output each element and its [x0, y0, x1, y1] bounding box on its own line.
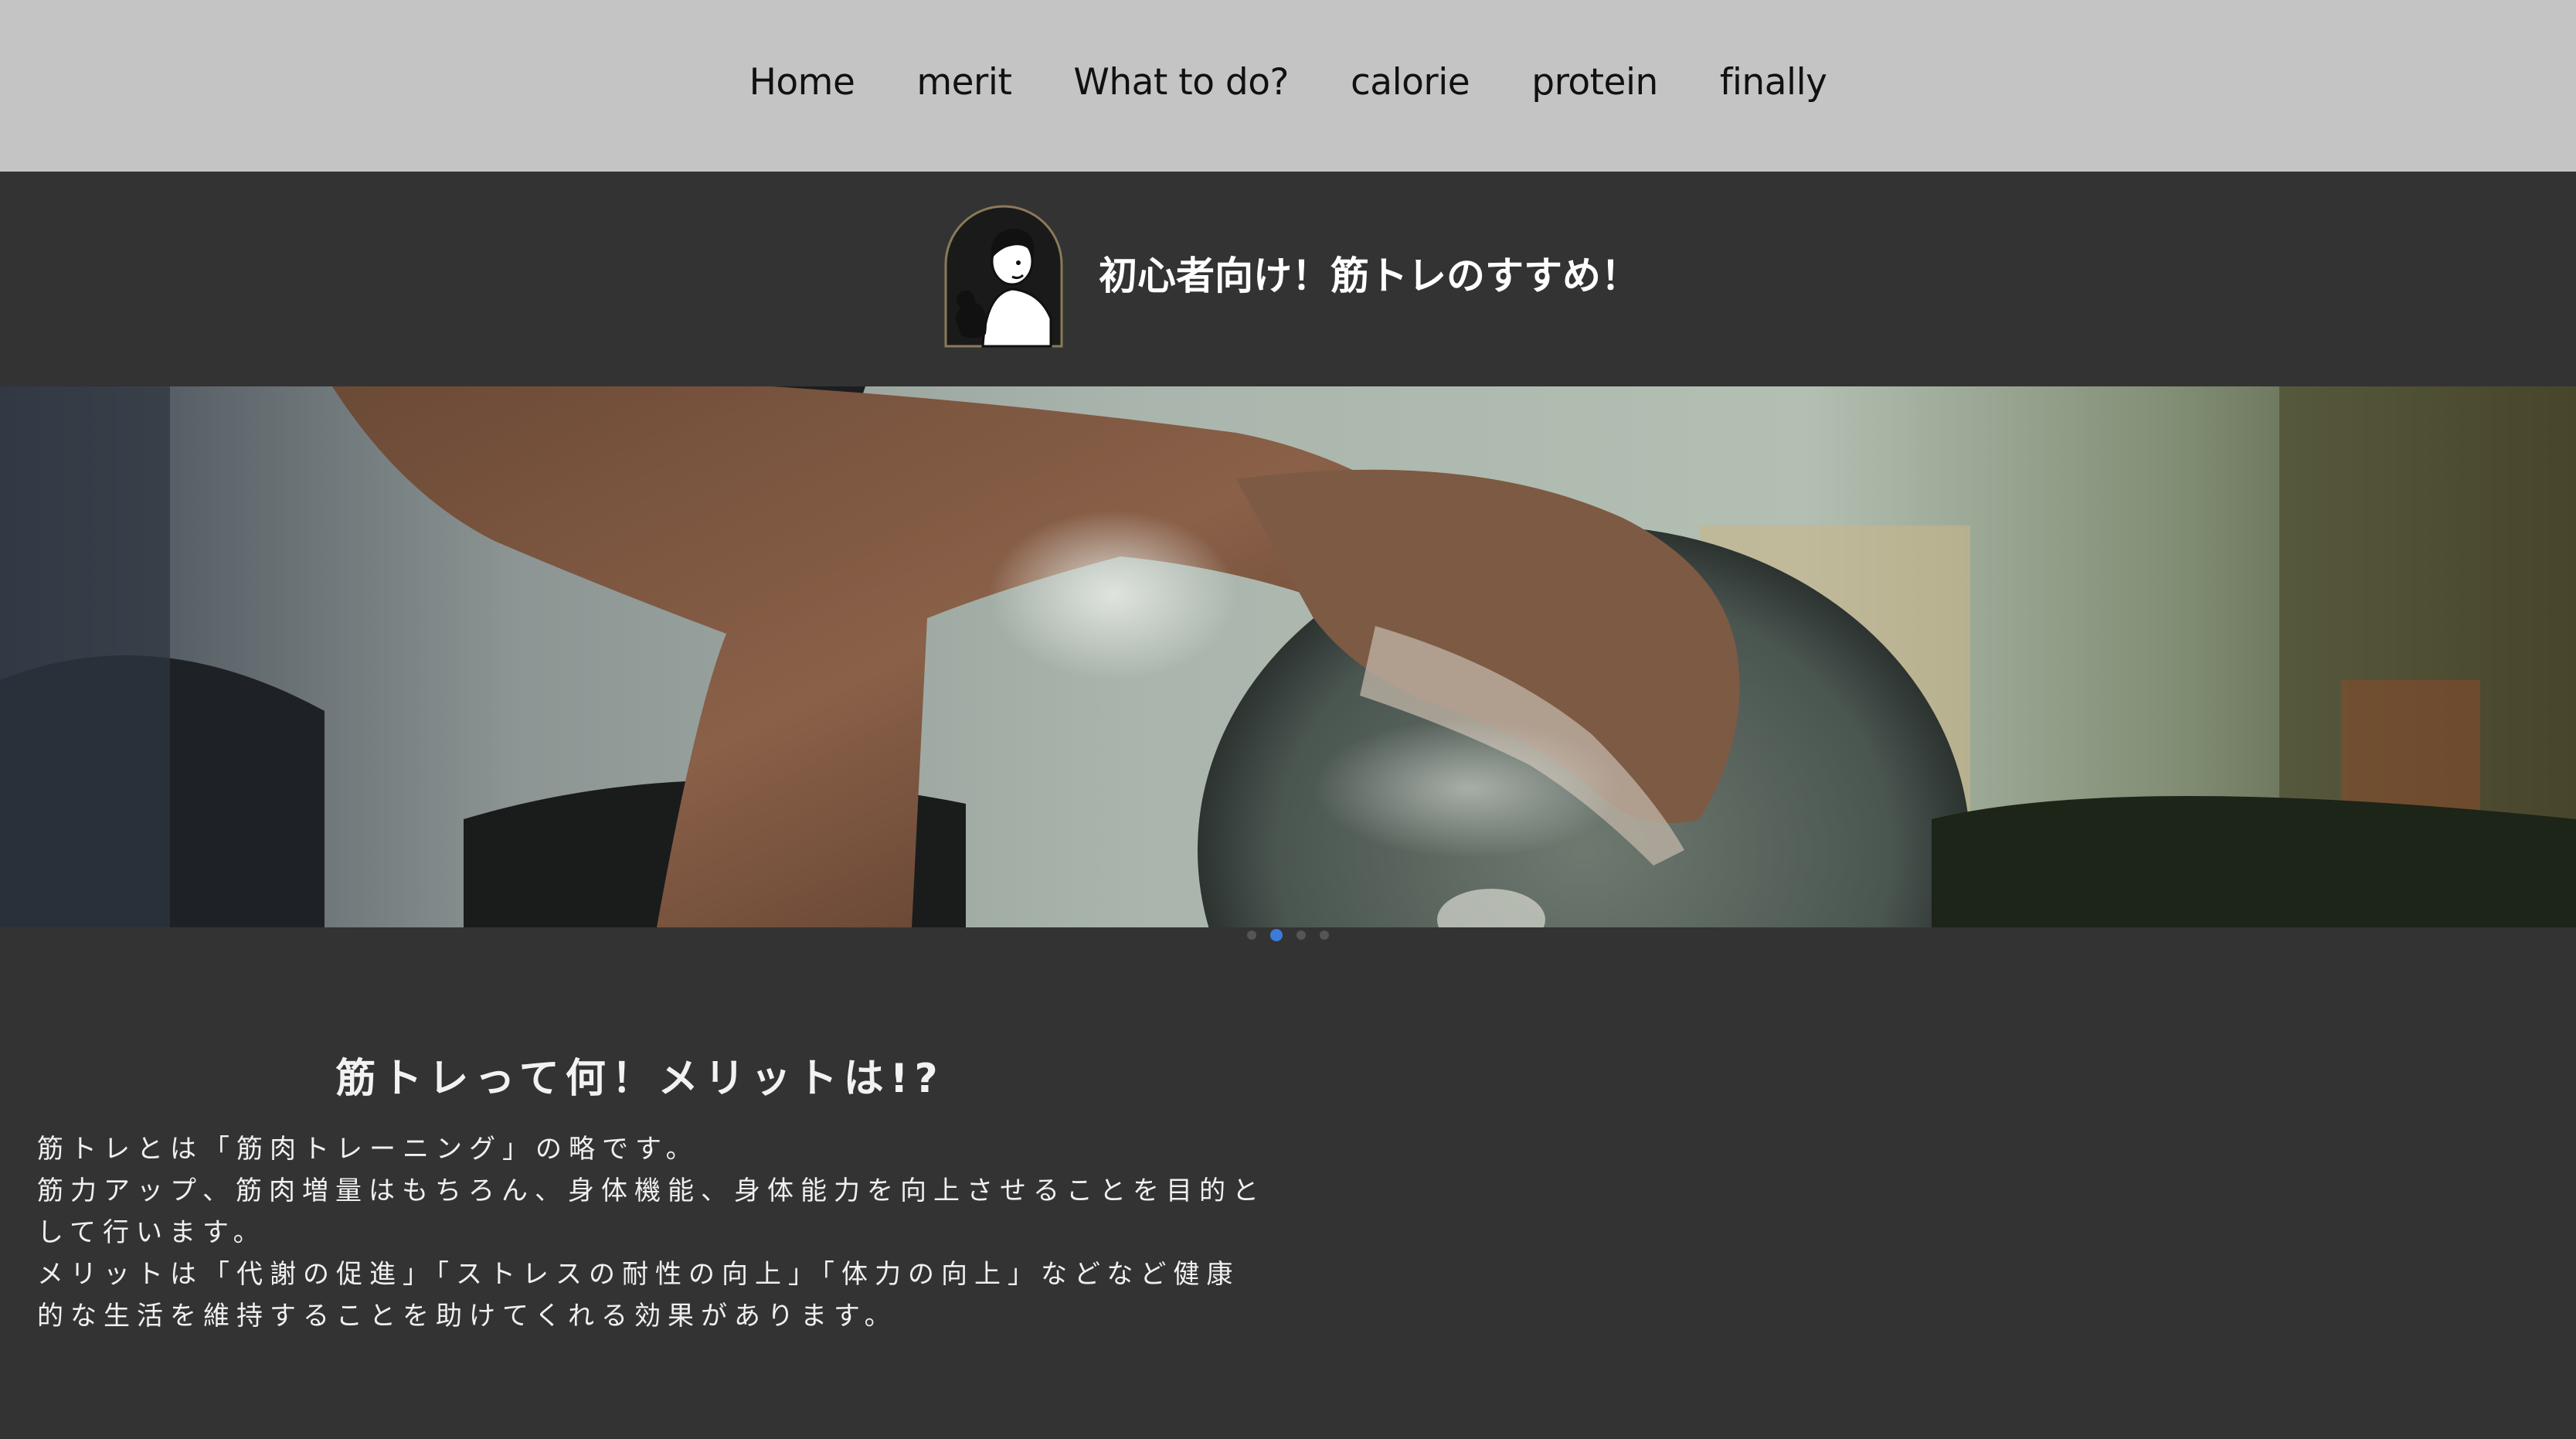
body-line: 的な生活を維持することを助けてくれる効果があります。	[37, 1301, 898, 1332]
carousel-dot[interactable]	[1247, 930, 1256, 940]
nav-link-finally[interactable]: finally	[1720, 57, 1827, 108]
hands-chalking-photo	[0, 386, 2576, 927]
section-title: 筋トレって何！メリットは!?	[335, 1056, 944, 1102]
nav-list: Home merit What to do? calorie protein f…	[0, 57, 2576, 108]
brand-header: 初心者向け！筋トレのすすめ！	[0, 172, 2576, 386]
nav-link-calorie[interactable]: calorie	[1351, 57, 1470, 108]
nav-item-finally: finally	[1720, 57, 1827, 108]
nav-link-what-to-do[interactable]: What to do?	[1073, 57, 1289, 108]
man-flexing-logo-icon[interactable]	[938, 202, 1069, 354]
section-body: 筋トレとは「筋肉トレーニング」の略です。 筋力アップ、筋肉増量はもちろん、身体機…	[37, 1128, 1266, 1337]
nav-item-home: Home	[749, 57, 855, 108]
nav-link-protein[interactable]: protein	[1531, 57, 1658, 108]
nav-item-what-to-do: What to do?	[1073, 57, 1289, 108]
nav-item-protein: protein	[1531, 57, 1658, 108]
nav-item-merit: merit	[916, 57, 1012, 108]
top-nav: Home merit What to do? calorie protein f…	[0, 0, 2576, 172]
nav-link-home[interactable]: Home	[749, 57, 855, 108]
nav-item-calorie: calorie	[1351, 57, 1470, 108]
body-line: 筋力アップ、筋肉増量はもちろん、身体機能、身体能力を向上させることを目的と	[37, 1175, 1266, 1206]
body-line: して行います。	[37, 1217, 267, 1248]
nav-link-merit[interactable]: merit	[916, 57, 1012, 108]
carousel-dot[interactable]	[1320, 930, 1329, 940]
body-line: メリットは「代謝の促進」「ストレスの耐性の向上」「体力の向上」などなど健康	[37, 1259, 1240, 1290]
hero-carousel[interactable]	[0, 386, 2576, 927]
carousel-dots	[0, 929, 2576, 943]
carousel-dot-active[interactable]	[1270, 929, 1283, 941]
carousel-dot[interactable]	[1296, 930, 1306, 940]
body-line: 筋トレとは「筋肉トレーニング」の略です。	[37, 1134, 699, 1165]
site-title: 初心者向け！筋トレのすすめ！	[1099, 253, 1640, 298]
